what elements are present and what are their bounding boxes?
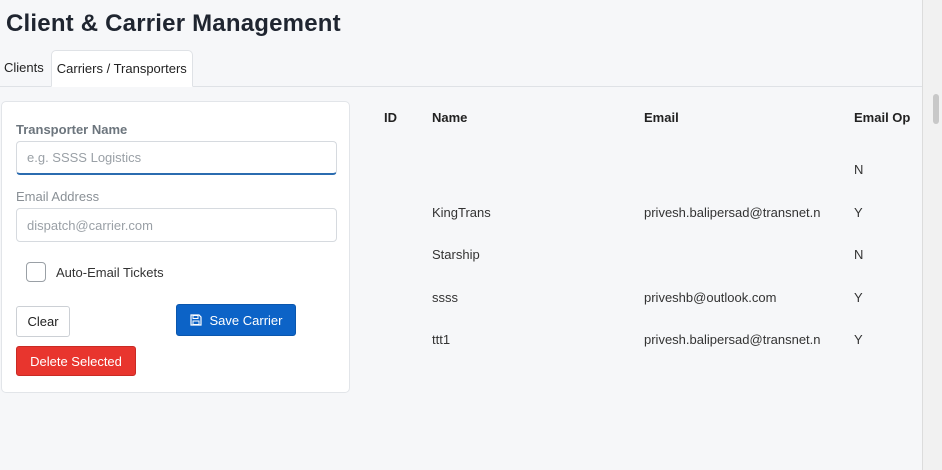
column-header-id[interactable]: ID xyxy=(384,110,424,125)
cell-email-opt: Y xyxy=(854,332,863,347)
cell-name: ttt1 xyxy=(432,332,451,347)
auto-email-checkbox[interactable] xyxy=(26,262,46,282)
tab-carriers[interactable]: Carriers / Transporters xyxy=(50,50,193,87)
cell-name: ssss xyxy=(432,290,458,305)
cell-email: priveshb@outlook.com xyxy=(644,290,777,305)
table-row[interactable]: N xyxy=(360,151,922,191)
cell-email: privesh.balipersad@transnet.n xyxy=(644,332,821,347)
clear-button[interactable]: Clear xyxy=(16,306,70,337)
column-header-name[interactable]: Name xyxy=(432,110,632,125)
table-header: ID Name Email Email Op xyxy=(360,100,922,136)
column-header-email[interactable]: Email xyxy=(644,110,842,125)
cell-email-opt: N xyxy=(854,247,864,262)
tab-bar: Clients Carriers / Transporters xyxy=(0,50,922,87)
carrier-table: ID Name Email Email Op N KingTrans prive… xyxy=(360,100,922,360)
transporter-name-input[interactable] xyxy=(16,141,337,175)
table-row[interactable]: ttt1 privesh.balipersad@transnet.n Y xyxy=(360,321,922,360)
table-row[interactable]: Starship N xyxy=(360,236,922,276)
save-carrier-button[interactable]: Save Carrier xyxy=(176,304,296,336)
tab-clients[interactable]: Clients xyxy=(0,49,48,86)
email-address-input[interactable] xyxy=(16,208,337,242)
floppy-disk-icon xyxy=(189,314,202,326)
carrier-form: Transporter Name Email Address Auto-Emai… xyxy=(1,101,350,393)
table-row[interactable]: ssss priveshb@outlook.com Y xyxy=(360,279,922,319)
cell-email-opt: N xyxy=(854,162,864,177)
vertical-scrollbar[interactable] xyxy=(922,0,942,470)
page-title: Client & Carrier Management xyxy=(6,10,341,37)
transporter-name-label: Transporter Name xyxy=(16,122,128,137)
cell-email-opt: Y xyxy=(854,290,863,305)
auto-email-row[interactable]: Auto-Email Tickets xyxy=(26,262,164,282)
table-row[interactable]: KingTrans privesh.balipersad@transnet.n … xyxy=(360,194,922,234)
cell-name: KingTrans xyxy=(432,205,491,220)
column-header-email-opt[interactable]: Email Op xyxy=(854,110,922,125)
cell-email-opt: Y xyxy=(854,205,863,220)
email-address-label: Email Address xyxy=(16,189,100,204)
delete-selected-button[interactable]: Delete Selected xyxy=(16,346,136,376)
cell-email: privesh.balipersad@transnet.n xyxy=(644,205,821,220)
cell-name: Starship xyxy=(432,247,480,262)
scrollbar-thumb[interactable] xyxy=(933,94,939,124)
auto-email-label: Auto-Email Tickets xyxy=(56,264,164,280)
save-carrier-label: Save Carrier xyxy=(209,312,283,328)
